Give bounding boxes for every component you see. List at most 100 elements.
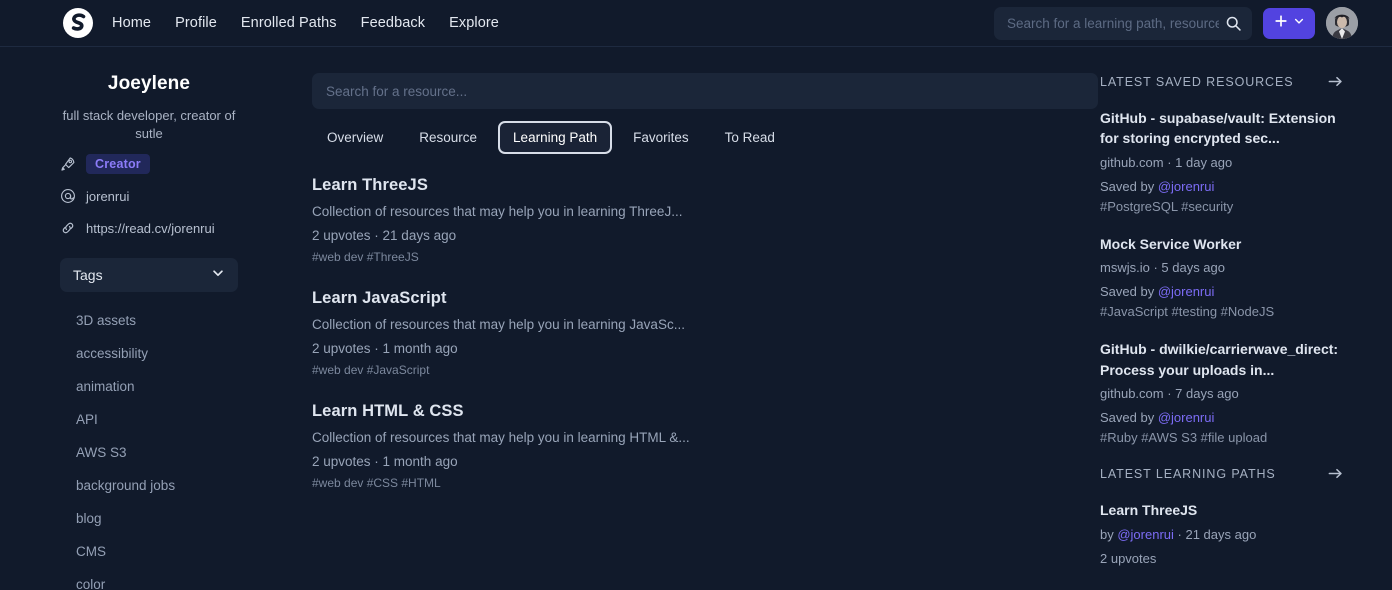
sutle-logo-icon[interactable] [62,7,94,39]
learning-path-list: Learn ThreeJS Collection of resources th… [312,176,1100,490]
learning-path-author: by @jorenrui · 21 days ago [1100,525,1344,545]
global-search-input[interactable] [1007,15,1219,31]
nav-item-enrolled-paths[interactable]: Enrolled Paths [241,15,337,31]
learning-path-meta: 2 upvotes · 21 days ago [312,228,457,243]
resource-source: mswjs.io · 5 days ago [1100,260,1225,276]
tag-item[interactable]: AWS S3 [60,436,238,469]
at-icon [60,188,76,204]
list-item[interactable]: Learn HTML & CSS Collection of resources… [312,402,1100,490]
tag-item[interactable]: animation [60,370,238,403]
tag-item[interactable]: accessibility [60,337,238,370]
resource-saved-by: Saved by @jorenrui [1100,408,1344,428]
rocket-icon [60,156,76,172]
resource-tags: #PostgreSQL #security [1100,198,1234,214]
by-user[interactable]: @jorenrui [1117,527,1174,542]
latest-learning-paths-title: LATEST LEARNING PATHS [1100,466,1276,481]
tab-to-read[interactable]: To Read [710,121,790,154]
profile-sidebar: Joeylene full stack developer, creator o… [0,47,290,590]
latest-learning-paths-header: LATEST LEARNING PATHS [1100,465,1344,482]
learning-path-meta: 2 upvotes · 1 month ago [312,341,458,356]
resource-tags: #Ruby #AWS S3 #file upload [1100,430,1268,446]
list-item[interactable]: Mock Service Worker mswjs.io · 5 days ag… [1100,234,1344,320]
learning-path-description: Collection of resources that may help yo… [312,317,685,332]
profile-role-row: Creator [60,154,238,175]
add-button[interactable] [1263,7,1315,39]
list-item[interactable]: Learn ThreeJS Collection of resources th… [312,176,1100,264]
content-tabs: Overview Resource Learning Path Favorite… [312,121,1100,154]
profile-name: Joeylene [107,73,191,94]
tag-item[interactable]: 3D assets [60,304,238,337]
nav-item-home[interactable]: Home [112,15,151,31]
user-avatar[interactable] [1326,7,1358,39]
profile-website[interactable]: https://read.cv/jorenrui [86,221,215,236]
tag-item[interactable]: CMS [60,535,238,568]
link-icon [60,220,76,236]
tab-favorites[interactable]: Favorites [618,121,704,154]
profile-handle-row[interactable]: jorenrui [60,186,238,206]
search-icon[interactable] [1225,15,1242,32]
learning-path-title[interactable]: Learn JavaScript [312,289,1100,308]
resource-source: github.com · 1 day ago [1100,154,1233,170]
header-actions [994,6,1358,40]
learning-path-title[interactable]: Learn ThreeJS [312,176,1100,195]
learning-path-upvotes: 2 upvotes [1100,550,1157,566]
right-sidebar: LATEST SAVED RESOURCES GitHub - supabase… [1100,47,1392,589]
tag-item[interactable]: blog [60,502,238,535]
tags-dropdown[interactable]: Tags [60,258,238,293]
learning-path-tags: #web dev #ThreeJS [312,250,419,264]
saved-resources-title: LATEST SAVED RESOURCES [1100,74,1294,89]
chevron-down-icon [211,266,225,285]
by-suffix: · 21 days ago [1173,526,1257,542]
saved-by-user[interactable]: @jorenrui [1158,179,1215,194]
nav-item-profile[interactable]: Profile [175,15,217,31]
saved-by-prefix: Saved by [1100,178,1158,194]
profile-website-row[interactable]: https://read.cv/jorenrui [60,218,238,238]
resource-source: github.com · 7 days ago [1100,386,1239,402]
list-item[interactable]: Learn JavaScript Collection of resources… [312,289,1100,377]
learning-path-title[interactable]: Learn HTML & CSS [312,402,1100,421]
resource-title[interactable]: GitHub - supabase/vault: Extension for s… [1100,108,1344,149]
creator-badge: Creator [86,154,150,175]
list-item[interactable]: GitHub - dwilkie/carrierwave_direct: Pro… [1100,339,1344,445]
tag-list: 3D assets accessibility animation API AW… [60,304,238,590]
resource-tags: #JavaScript #testing #NodeJS [1100,304,1275,320]
tab-learning-path[interactable]: Learning Path [498,121,613,154]
learning-path-meta: 2 upvotes · 1 month ago [312,454,458,469]
profile-handle[interactable]: jorenrui [86,189,129,204]
main-nav: Home Profile Enrolled Paths Feedback Exp… [112,15,499,31]
main-content: Overview Resource Learning Path Favorite… [290,47,1100,515]
resource-search-input[interactable] [326,83,1084,99]
learning-path-tags: #web dev #JavaScript [312,363,430,377]
resource-search[interactable] [312,73,1098,109]
profile-bio: full stack developer, creator of sutle [62,108,236,141]
by-prefix: by [1100,526,1118,542]
tag-item[interactable]: API [60,403,238,436]
learning-path-title[interactable]: Learn ThreeJS [1100,500,1344,520]
arrow-right-icon[interactable] [1327,73,1344,90]
list-item[interactable]: Learn ThreeJS by @jorenrui · 21 days ago… [1100,500,1344,569]
plus-icon [1274,14,1288,33]
resource-saved-by: Saved by @jorenrui [1100,177,1344,197]
tags-dropdown-label: Tags [73,267,103,284]
tag-item[interactable]: background jobs [60,469,238,502]
page-body: Joeylene full stack developer, creator o… [0,47,1392,590]
nav-item-explore[interactable]: Explore [449,15,499,31]
nav-item-feedback[interactable]: Feedback [361,15,425,31]
top-header: Home Profile Enrolled Paths Feedback Exp… [0,0,1392,47]
resource-title[interactable]: GitHub - dwilkie/carrierwave_direct: Pro… [1100,339,1344,380]
saved-by-prefix: Saved by [1100,284,1158,300]
chevron-down-icon [1293,14,1305,32]
resource-title[interactable]: Mock Service Worker [1100,234,1344,254]
tab-resource[interactable]: Resource [404,121,492,154]
list-item[interactable]: GitHub - supabase/vault: Extension for s… [1100,108,1344,214]
learning-path-tags: #web dev #CSS #HTML [312,476,441,490]
global-search[interactable] [994,6,1252,40]
saved-by-user[interactable]: @jorenrui [1158,410,1215,425]
saved-by-user[interactable]: @jorenrui [1158,284,1215,299]
arrow-right-icon[interactable] [1327,465,1344,482]
resource-saved-by: Saved by @jorenrui [1100,282,1344,302]
saved-by-prefix: Saved by [1100,410,1158,426]
learning-path-description: Collection of resources that may help yo… [312,204,683,219]
tag-item[interactable]: color [60,568,238,590]
tab-overview[interactable]: Overview [312,121,398,154]
